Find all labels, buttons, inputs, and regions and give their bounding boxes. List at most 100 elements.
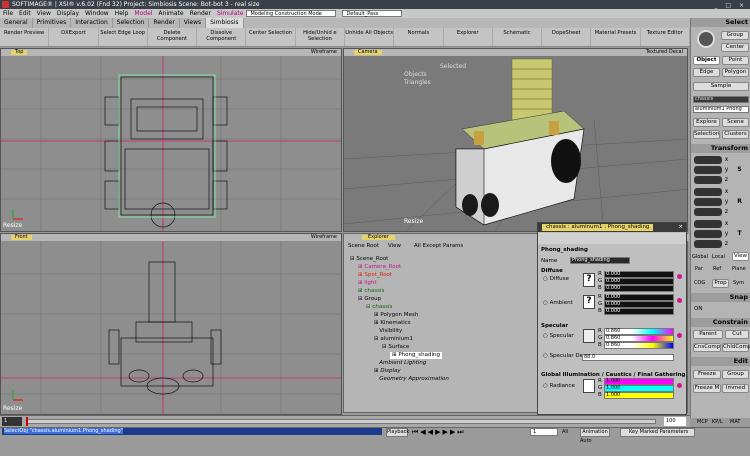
- tree-node[interactable]: ⊞ chassis: [358, 288, 384, 295]
- tab-views[interactable]: Views: [180, 18, 207, 28]
- selection-material-field[interactable]: aluminium1 Phong: [693, 106, 749, 113]
- tab-render[interactable]: Render: [149, 18, 180, 28]
- explorer-view-button[interactable]: View: [388, 242, 401, 251]
- texture-editor-button[interactable]: Texture Editor: [641, 28, 690, 46]
- chldcomp-button[interactable]: ChldComp: [722, 343, 750, 352]
- cnscomp-button[interactable]: CnsComp: [693, 343, 721, 352]
- animation-button[interactable]: Animation: [580, 428, 610, 437]
- playback-controls[interactable]: ⏮◀◀▶▶▶⏭: [412, 428, 527, 437]
- tree-node[interactable]: Geometry Approximation: [374, 376, 449, 383]
- menu-edit[interactable]: Edit: [16, 9, 34, 18]
- tree-node[interactable]: ⊟ aluminium1: [374, 336, 413, 343]
- sample-button[interactable]: Sample: [693, 82, 749, 91]
- specular-g-field[interactable]: 0.860: [604, 335, 674, 342]
- tab-interaction[interactable]: Interaction: [71, 18, 113, 28]
- timeline[interactable]: 1 100: [0, 415, 690, 427]
- radiance-r-field[interactable]: 1.000: [604, 378, 674, 385]
- specular-b-field[interactable]: 0.860: [604, 342, 674, 349]
- specular-r-field[interactable]: 0.860: [604, 328, 674, 335]
- hide-unhide-selection-button[interactable]: Hide/Unhid e Selection: [296, 28, 345, 46]
- menu-view[interactable]: View: [34, 9, 54, 18]
- point-button[interactable]: Point: [722, 56, 749, 65]
- render-preview-button[interactable]: Render Preview: [0, 28, 50, 46]
- menu-animate[interactable]: Animate: [155, 9, 186, 18]
- connect-icon[interactable]: [677, 333, 682, 338]
- normals-button[interactable]: Normals: [394, 28, 444, 46]
- timeline-end-field[interactable]: 100: [664, 417, 686, 426]
- select-edge-loop-button[interactable]: Select Edge Loop: [99, 28, 148, 46]
- selection-button[interactable]: Selection: [693, 130, 720, 139]
- tree-node[interactable]: ⊞ Polygon Mesh: [374, 312, 418, 319]
- clusters-button[interactable]: Clusters: [722, 130, 749, 139]
- selection-name-field[interactable]: chassis: [693, 96, 749, 103]
- edge-button[interactable]: Edge: [693, 68, 720, 77]
- translate-mode-button[interactable]: T: [736, 230, 743, 238]
- playback-button[interactable]: Playback: [386, 428, 409, 437]
- diffuse-r-field[interactable]: 0.000: [604, 271, 674, 278]
- explorer-button[interactable]: Explorer: [444, 28, 493, 46]
- tree-node[interactable]: ⊞ Kinematics: [374, 320, 411, 327]
- cut-button[interactable]: Cut: [725, 330, 749, 339]
- connect-icon[interactable]: [677, 298, 682, 303]
- viewport-top[interactable]: Top Wireframe Resize: [0, 48, 342, 232]
- explore-button[interactable]: Explore: [693, 118, 720, 127]
- viewport-camera[interactable]: Camera Textured Decal Selected Objects T…: [343, 48, 688, 232]
- explorer-title[interactable]: Explorer: [362, 235, 395, 240]
- current-frame-field[interactable]: 1: [530, 428, 558, 436]
- immed-button[interactable]: Immed: [722, 384, 749, 393]
- group-button[interactable]: Group: [721, 31, 749, 40]
- dissolve-component-button[interactable]: Dissolve Component: [197, 28, 247, 46]
- menu-display[interactable]: Display: [54, 9, 82, 18]
- tree-node-selected[interactable]: ⊞ Phong_shading: [390, 352, 442, 359]
- freeze-button[interactable]: Freeze: [693, 370, 721, 379]
- rotate-y-field[interactable]: [694, 198, 722, 206]
- rotate-z-field[interactable]: [694, 208, 722, 216]
- tree-node[interactable]: ⊟ Group: [358, 296, 381, 303]
- ambient-g-field[interactable]: 0.000: [604, 301, 674, 308]
- edit-group-button[interactable]: Group: [722, 370, 749, 379]
- dopesheet-button[interactable]: DopeSheet: [542, 28, 592, 46]
- tree-node[interactable]: ⊟ chassis: [366, 304, 392, 311]
- play-all-toggle[interactable]: All: [562, 429, 568, 435]
- object-button[interactable]: Object: [693, 56, 720, 65]
- ambient-texture-icon[interactable]: ?: [583, 295, 595, 309]
- ambient-b-field[interactable]: 0.000: [604, 308, 674, 315]
- center-selection-button[interactable]: Center Selection: [246, 28, 296, 46]
- par-button[interactable]: Par: [695, 266, 703, 272]
- menu-render[interactable]: Render: [187, 9, 214, 18]
- menu-file[interactable]: File: [0, 9, 16, 18]
- cog-button[interactable]: COG: [694, 280, 705, 286]
- menu-model[interactable]: Model: [131, 9, 155, 18]
- tab-general[interactable]: General: [0, 18, 33, 28]
- kpl-tab[interactable]: KP/L: [712, 419, 723, 425]
- center-button[interactable]: Center: [721, 43, 749, 52]
- timeline-track[interactable]: [26, 419, 656, 424]
- radiance-swatch[interactable]: [583, 379, 595, 393]
- diffuse-texture-icon[interactable]: ?: [583, 273, 595, 287]
- radiance-b-field[interactable]: 1.000: [604, 392, 674, 399]
- tree-node[interactable]: ⊟ Surface: [382, 344, 409, 351]
- name-field[interactable]: Phong_shading: [570, 257, 630, 264]
- radiance-g-field[interactable]: 1.000: [604, 385, 674, 392]
- command-line[interactable]: SelectObj "chassis.aluminium1.Phong_shad…: [2, 428, 382, 435]
- close-icon[interactable]: ×: [678, 223, 683, 232]
- plane-button[interactable]: Plane: [732, 266, 746, 272]
- scale-z-field[interactable]: [694, 176, 722, 184]
- sym-button[interactable]: Sym: [733, 280, 744, 286]
- rotate-x-field[interactable]: [694, 188, 722, 196]
- translate-x-field[interactable]: [694, 220, 722, 228]
- scale-mode-button[interactable]: S: [736, 166, 743, 174]
- view-button[interactable]: View: [732, 252, 749, 261]
- tree-node[interactable]: Visibility: [374, 328, 402, 335]
- playhead[interactable]: [26, 417, 28, 426]
- prop-button[interactable]: Prop: [712, 279, 729, 288]
- tree-node[interactable]: ⊞ Display: [374, 368, 401, 375]
- specular-decay-field[interactable]: 88.0: [582, 354, 674, 361]
- ambient-r-field[interactable]: 0.000: [604, 294, 674, 301]
- local-button[interactable]: Local: [712, 254, 725, 260]
- connect-icon[interactable]: [677, 383, 682, 388]
- construction-mode-select[interactable]: Modeling Construction Mode: [246, 10, 337, 17]
- tree-node[interactable]: ⊞ light: [358, 280, 377, 287]
- tree-node[interactable]: Ambient Lighting: [374, 360, 426, 367]
- scale-y-field[interactable]: [694, 166, 722, 174]
